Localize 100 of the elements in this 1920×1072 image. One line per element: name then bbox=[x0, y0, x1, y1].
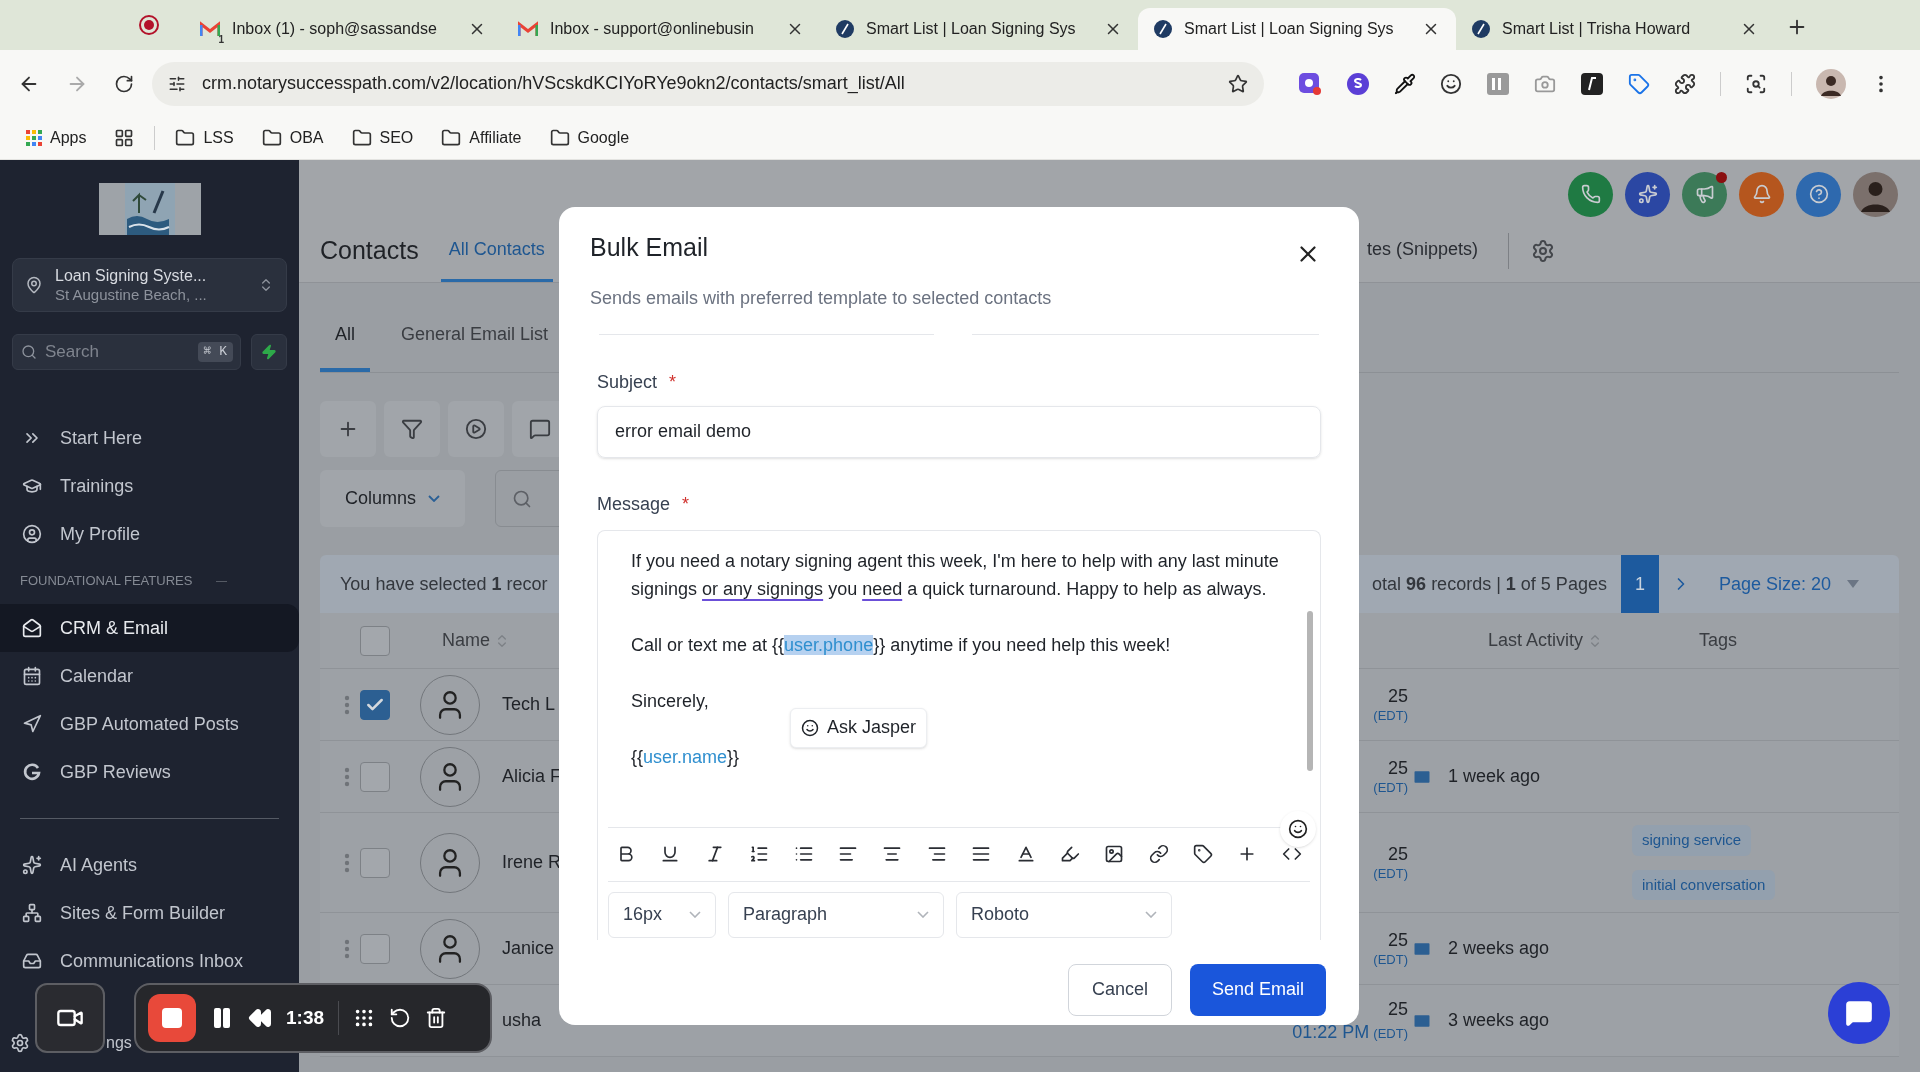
browser-tab[interactable]: Inbox - support@onlinebusin bbox=[502, 8, 820, 50]
user-avatar[interactable] bbox=[1853, 171, 1898, 217]
bookmark-star-icon[interactable] bbox=[1228, 73, 1248, 94]
column-header[interactable]: Tags bbox=[1699, 627, 1738, 654]
sidebar-item[interactable]: Calendar bbox=[0, 652, 299, 700]
row-checkbox[interactable] bbox=[360, 933, 390, 964]
extension-icon[interactable] bbox=[1346, 71, 1370, 96]
gear-icon[interactable] bbox=[10, 1033, 30, 1053]
profile-avatar[interactable] bbox=[1816, 68, 1846, 99]
bookmark[interactable]: Apps bbox=[26, 126, 87, 150]
quick-action-button[interactable] bbox=[251, 334, 287, 370]
sidebar-item[interactable]: My Profile bbox=[0, 510, 299, 558]
browser-tab[interactable]: Smart List | Loan Signing Sys bbox=[1138, 8, 1456, 50]
sidebar-item[interactable]: CRM & Email bbox=[0, 604, 299, 652]
jasper-button[interactable] bbox=[1280, 810, 1316, 847]
tag-icon[interactable] bbox=[1193, 844, 1214, 864]
align-right-icon[interactable] bbox=[926, 844, 947, 864]
extension-icon[interactable] bbox=[1580, 71, 1604, 96]
sparkles-button[interactable] bbox=[1625, 171, 1670, 217]
tab-groups-icon[interactable] bbox=[114, 128, 135, 148]
settings-icon[interactable] bbox=[1531, 239, 1555, 263]
sidebar-item[interactable]: Communications Inbox bbox=[0, 937, 299, 985]
format-dropdown[interactable]: 16px bbox=[608, 891, 716, 938]
slash-logo-icon bbox=[836, 20, 854, 38]
bookmark[interactable]: Affiliate bbox=[441, 126, 522, 150]
subject-field[interactable]: error email demo bbox=[597, 405, 1321, 458]
smiley-icon[interactable] bbox=[1440, 72, 1462, 95]
columns-dropdown[interactable]: Columns bbox=[320, 470, 465, 527]
row-checkbox[interactable] bbox=[360, 689, 390, 720]
column-header[interactable]: Last Activity bbox=[1488, 627, 1584, 654]
format-dropdown[interactable]: Roboto bbox=[956, 891, 1172, 938]
select-all-checkbox[interactable] bbox=[360, 625, 390, 656]
camera-toggle-button[interactable] bbox=[35, 983, 105, 1053]
bookmark[interactable]: Google bbox=[549, 126, 630, 150]
bookmark[interactable]: OBA bbox=[261, 126, 324, 150]
sidebar-item[interactable]: GBP Automated Posts bbox=[0, 700, 299, 748]
screen-search-icon[interactable] bbox=[1745, 72, 1767, 95]
phone-button[interactable] bbox=[1568, 171, 1613, 217]
folder-icon bbox=[441, 128, 462, 148]
align-center-icon[interactable] bbox=[882, 844, 903, 864]
drag-handle-icon[interactable] bbox=[344, 938, 350, 959]
help-button[interactable] bbox=[1796, 171, 1841, 217]
restart-icon[interactable] bbox=[389, 1007, 412, 1029]
drag-handle-icon[interactable] bbox=[344, 852, 350, 873]
dialog-title: Bulk Email bbox=[590, 232, 710, 263]
header-tab[interactable]: tes (Snippets) bbox=[1358, 220, 1486, 282]
g-logo-icon bbox=[22, 762, 42, 782]
eyedropper-icon[interactable] bbox=[1394, 72, 1416, 95]
address-bar[interactable]: crm.notarysuccesspath.com/v2/location/hVScskdKCIYoRYe9okn2/contacts/smart_list/All bbox=[152, 61, 1264, 106]
page-button[interactable]: 1 bbox=[1620, 555, 1659, 613]
link-icon[interactable] bbox=[1148, 844, 1169, 864]
browser-tab[interactable]: 1 Inbox (1) - soph@sassandse bbox=[184, 8, 502, 50]
scrollbar[interactable] bbox=[1307, 610, 1313, 771]
bookmark[interactable]: LSS bbox=[175, 126, 234, 150]
toolbar-button[interactable] bbox=[448, 401, 504, 457]
extensions-icon[interactable] bbox=[1674, 72, 1696, 95]
chevron-down-icon bbox=[917, 911, 929, 918]
stop-button[interactable] bbox=[148, 994, 196, 1042]
justify-icon[interactable] bbox=[971, 844, 992, 864]
location-address: St Augustine Beach, ... bbox=[55, 285, 208, 305]
message-editor[interactable] bbox=[597, 529, 1321, 940]
row-checkbox[interactable] bbox=[360, 761, 390, 792]
sidebar-item[interactable]: GBP Reviews bbox=[0, 748, 299, 796]
list-tab[interactable]: General Email List bbox=[386, 300, 564, 372]
format-dropdown[interactable]: Paragraph bbox=[728, 891, 944, 938]
unread-count: 1 bbox=[218, 35, 224, 45]
record-icon[interactable] bbox=[138, 14, 160, 36]
send-email-button[interactable]: Send Email bbox=[1190, 963, 1326, 1016]
sidebar-item-label[interactable]: ngs bbox=[106, 1031, 132, 1055]
row-checkbox[interactable] bbox=[360, 847, 390, 878]
rewind-icon[interactable] bbox=[248, 1006, 272, 1030]
numbered-list-icon[interactable] bbox=[749, 844, 770, 864]
site-settings-icon[interactable] bbox=[168, 74, 186, 93]
ask-jasper-button[interactable]: Ask Jasper bbox=[790, 707, 928, 748]
trash-icon[interactable] bbox=[425, 1007, 448, 1029]
megaphone-button[interactable] bbox=[1682, 171, 1727, 217]
reload-icon[interactable] bbox=[114, 73, 134, 94]
location-switcher[interactable]: Loan Signing Syste... St Augustine Beach, ... bbox=[12, 258, 287, 312]
navigation-arrow-icon bbox=[22, 714, 42, 734]
drag-handle-icon[interactable] bbox=[344, 694, 350, 715]
image-icon[interactable] bbox=[1104, 844, 1125, 864]
bell-button[interactable] bbox=[1739, 171, 1784, 217]
sidebar-item[interactable]: Start Here bbox=[0, 414, 299, 462]
cancel-button[interactable]: Cancel bbox=[1068, 963, 1172, 1016]
sidebar-item[interactable]: Sites & Form Builder bbox=[0, 889, 299, 937]
column-header[interactable]: Name bbox=[442, 627, 490, 654]
browser-tab[interactable]: Smart List | Loan Signing Sys bbox=[820, 8, 1138, 50]
list-tab[interactable]: All bbox=[320, 300, 370, 372]
bookmark[interactable]: SEO bbox=[351, 126, 414, 150]
browser-tab[interactable]: Smart List | Trisha Howard bbox=[1456, 8, 1774, 50]
sidebar-item[interactable]: AI Agents bbox=[0, 841, 299, 889]
bullet-list-icon[interactable] bbox=[793, 844, 814, 864]
tab-title: Smart List | Loan Signing Sys bbox=[1184, 19, 1395, 39]
tab-title: Inbox - support@onlinebusin bbox=[550, 19, 755, 39]
logo[interactable] bbox=[98, 183, 201, 235]
drag-handle-icon[interactable] bbox=[344, 766, 350, 787]
tab-title: Inbox (1) - soph@sassandse bbox=[232, 19, 438, 39]
sidebar-item[interactable]: Trainings bbox=[0, 462, 299, 510]
highlighter-icon[interactable] bbox=[1059, 844, 1080, 864]
align-left-icon[interactable] bbox=[837, 844, 858, 864]
